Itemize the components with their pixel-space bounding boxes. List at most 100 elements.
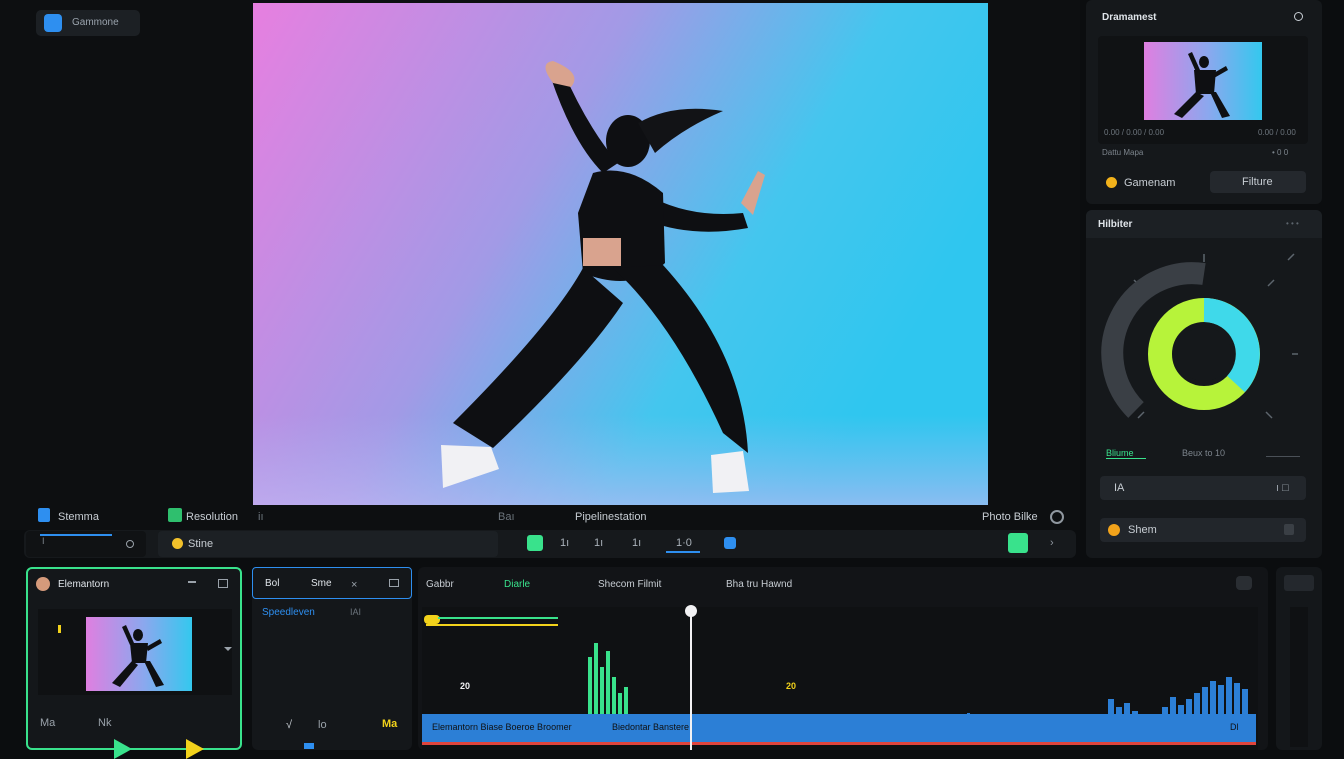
video-preview[interactable]: [253, 3, 988, 505]
fx-tab-2[interactable]: Sme: [311, 578, 332, 589]
clip-thumbnail: [86, 617, 192, 691]
wheel-label-left-underline: [1106, 458, 1146, 459]
yellow-track-line: [438, 617, 558, 619]
playhead-line[interactable]: [690, 609, 692, 750]
fx-window-icon[interactable]: [389, 579, 399, 587]
thumb-right-meta: 0.00 / 0.00: [1258, 128, 1296, 137]
media-footer-right: • 0 0: [1272, 148, 1289, 157]
flag-icon[interactable]: [724, 537, 736, 549]
wheel-label-right-line: [1266, 456, 1300, 457]
wheel-label-left: Bliume: [1106, 448, 1134, 458]
settings-icon[interactable]: [1050, 510, 1064, 524]
wheel-row-1-left: IA: [1114, 482, 1125, 494]
filture-label: Filture: [1242, 176, 1273, 188]
color-wheel-panel: Hilbiter • • • Bliume Beux to 10 IA ı □ …: [1086, 210, 1322, 558]
side-scrollbar[interactable]: [1290, 607, 1308, 747]
fx-close-icon[interactable]: ×: [351, 579, 357, 591]
timeline-tracks[interactable]: 20 20 Elemantorn Biase Boeroe Broomer Bi…: [422, 607, 1258, 750]
viewer-footer-right: Photo Bilke: [982, 511, 1038, 523]
timeline-tab-3[interactable]: Shecom Filmit: [598, 579, 661, 590]
stine-chip[interactable]: Stine: [158, 531, 498, 557]
wheel-panel-menu[interactable]: • • •: [1286, 219, 1299, 228]
playhead-handle[interactable]: [685, 605, 697, 617]
side-column-icon[interactable]: [1284, 575, 1314, 591]
gamenam-label: Gamenam: [1124, 177, 1176, 189]
viewer-footer-left: Stemma: [58, 511, 99, 523]
viewer-footer-center-small: Baı: [498, 511, 515, 523]
tool-button-5-underline: [666, 551, 700, 553]
filture-button[interactable]: Filture: [1210, 171, 1306, 193]
clip-window-icon[interactable]: [218, 579, 228, 588]
yellow-track-bar: [426, 624, 558, 626]
stine-label: Stine: [188, 538, 214, 550]
left-field-progress: [40, 534, 112, 536]
tool-button-2[interactable]: 1ı: [560, 537, 569, 549]
arrow-icon[interactable]: ›: [1050, 537, 1054, 549]
timeline-tab-1[interactable]: Gabbr: [426, 579, 454, 590]
timeline-side-column: [1276, 567, 1322, 750]
left-field[interactable]: I: [26, 531, 146, 557]
fx-sub-right: IAI: [350, 607, 362, 617]
fx-tab-1[interactable]: Bol: [265, 578, 279, 589]
viewer-footer-center: Pipelinestation: [575, 511, 647, 523]
search-small-icon: [126, 540, 134, 548]
clip-label-left: Elemantorn Biase Boeroe Broomer: [432, 722, 572, 732]
wheel-panel-header: Hilbiter • • •: [1086, 210, 1322, 238]
fx-tabs: Bol Sme ×: [252, 567, 412, 599]
fx-bottom-c[interactable]: Ma: [382, 718, 397, 730]
stine-icon: [172, 538, 183, 549]
trash-icon[interactable]: [1284, 524, 1294, 535]
wheel-panel-title: Hilbiter: [1098, 219, 1133, 230]
stem-icon: [38, 508, 50, 522]
green-toggle-button[interactable]: [1008, 533, 1028, 553]
media-browser-title: Dramamest: [1102, 12, 1157, 23]
timeline-tab-4[interactable]: Bha tru Hawnd: [726, 579, 792, 590]
fx-bottom-a[interactable]: √: [286, 719, 292, 731]
viewer-footer-mid-small: iı: [258, 511, 264, 523]
app-title-text: Gammone: [72, 17, 119, 28]
wheel-row-1-right: ı □: [1276, 482, 1289, 494]
clip-preview-frame[interactable]: [38, 609, 232, 695]
wheel-row-1[interactable]: IA ı □: [1100, 476, 1306, 500]
clip-share-icon[interactable]: [188, 581, 196, 583]
timeline-settings-icon[interactable]: [1236, 576, 1252, 590]
clip-dancer: [112, 625, 164, 687]
timeline-tab-2[interactable]: Diarle: [504, 579, 530, 590]
clip-label-mid: Biedontar Banstere: [612, 722, 690, 732]
media-thumb-frame[interactable]: 0.00 / 0.00 / 0.00 0.00 / 0.00: [1098, 36, 1308, 144]
fx-slider-blue[interactable]: [304, 743, 314, 749]
tool-button-4[interactable]: 1ı: [632, 537, 641, 549]
gamenam-button[interactable]: Gamenam: [1102, 172, 1202, 194]
fx-sub-label: Speedleven: [262, 607, 315, 618]
clip-panel[interactable]: Elemantorn Ma Nk: [26, 567, 242, 759]
media-footer-left: Dattu Mapa: [1102, 148, 1144, 157]
marker-right: 20: [786, 681, 797, 691]
play-button-yellow[interactable]: [186, 739, 204, 759]
tool-button-3[interactable]: 1ı: [594, 537, 603, 549]
wheel-row-2[interactable]: Shem: [1100, 518, 1306, 542]
color-wheel[interactable]: [1086, 240, 1322, 460]
thumbnail-dancer: [1174, 52, 1230, 118]
app-title-chip[interactable]: Gammone: [36, 10, 140, 36]
video-frame-image: [253, 3, 988, 505]
marker-left: 20: [460, 681, 471, 691]
media-browser-panel: Dramamest 0.00 / 0.00 / 0.00 0.00 / 0.00…: [1086, 0, 1322, 204]
clip-avatar: [36, 577, 50, 591]
search-icon[interactable]: [1294, 12, 1303, 21]
wheel-row-2-label: Shem: [1128, 524, 1157, 536]
fx-bottom-b[interactable]: lo: [318, 719, 327, 731]
shem-icon: [1108, 524, 1120, 536]
wheel-label-mid: Beux to 10: [1182, 448, 1226, 458]
viewer-footer-mid: Resolution: [186, 511, 238, 523]
timeline-panel: Gabbr Diarle Shecom Filmit Bha tru Hawnd: [418, 567, 1268, 750]
thumb-left-meta: 0.00 / 0.00 / 0.00: [1104, 128, 1165, 137]
resolution-icon: [168, 508, 182, 522]
record-button[interactable]: [527, 535, 543, 551]
play-button-green[interactable]: [114, 739, 132, 759]
clip-chevron-icon[interactable]: [224, 647, 232, 651]
timeline-clip-bar[interactable]: Elemantorn Biase Boeroe Broomer Biedonta…: [422, 714, 1256, 742]
timeline-red-track[interactable]: [422, 742, 1256, 745]
tool-button-5[interactable]: 1·0: [676, 537, 692, 549]
clip-marker: [58, 625, 61, 633]
media-thumbnail[interactable]: [1144, 42, 1262, 120]
